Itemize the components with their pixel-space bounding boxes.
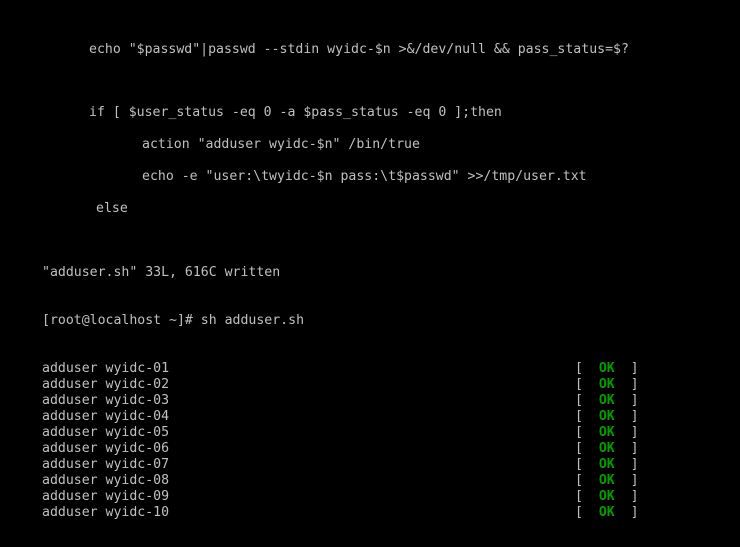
adduser-result-row: adduser wyidc-08 [ OK ]	[42, 473, 740, 489]
editor-line-action: action "adduser wyidc-$n" /bin/true	[142, 137, 420, 152]
status-bracket-open: [	[575, 377, 583, 392]
status-bracket-close: ]	[630, 457, 639, 472]
adduser-result-label: adduser wyidc-04	[42, 409, 170, 424]
status-badge: [ OK ]	[575, 377, 639, 393]
status-badge: [ OK ]	[575, 393, 639, 409]
status-bracket-open: [	[575, 505, 583, 520]
status-bracket-open: [	[575, 441, 583, 456]
status-ok-text: OK	[598, 489, 615, 504]
adduser-result-row: adduser wyidc-04 [ OK ]	[42, 409, 740, 425]
adduser-result-row: adduser wyidc-02 [ OK ]	[42, 377, 740, 393]
status-ok-text: OK	[598, 505, 615, 520]
status-bracket-close: ]	[630, 505, 639, 520]
status-bracket-close: ]	[630, 409, 639, 424]
status-bracket-open: [	[575, 425, 583, 440]
status-badge: [ OK ]	[575, 473, 639, 489]
status-badge: [ OK ]	[575, 441, 639, 457]
adduser-result-label: adduser wyidc-09	[42, 489, 170, 504]
adduser-result-label: adduser wyidc-06	[42, 441, 170, 456]
status-ok-text: OK	[598, 377, 615, 392]
adduser-result-row: adduser wyidc-10 [ OK ]	[42, 505, 740, 521]
status-badge: [ OK ]	[575, 361, 639, 377]
status-ok-text: OK	[598, 473, 615, 488]
adduser-result-label: adduser wyidc-01	[42, 361, 170, 376]
status-bracket-open: [	[575, 489, 583, 504]
adduser-result-row: adduser wyidc-05 [ OK ]	[42, 425, 740, 441]
status-bracket-close: ]	[630, 393, 639, 408]
adduser-result-row: adduser wyidc-06 [ OK ]	[42, 441, 740, 457]
status-badge: [ OK ]	[575, 425, 639, 441]
status-bracket-close: ]	[630, 361, 639, 376]
editor-buffer-region: echo "$passwd"|passwd --stdin wyidc-$n >…	[0, 0, 740, 216]
status-ok-text: OK	[598, 409, 615, 424]
status-bracket-open: [	[575, 473, 583, 488]
status-badge: [ OK ]	[575, 489, 639, 505]
adduser-result-label: adduser wyidc-07	[42, 457, 170, 472]
status-bracket-close: ]	[630, 473, 639, 488]
shell-output-region: "adduser.sh" 33L, 616C written [root@loc…	[42, 233, 740, 547]
adduser-result-label: adduser wyidc-08	[42, 473, 170, 488]
status-bracket-open: [	[575, 361, 583, 376]
status-ok-text: OK	[598, 425, 615, 440]
status-bracket-open: [	[575, 409, 583, 424]
adduser-result-label: adduser wyidc-02	[42, 377, 170, 392]
status-bracket-close: ]	[630, 489, 639, 504]
status-badge: [ OK ]	[575, 409, 639, 425]
adduser-result-row: adduser wyidc-03 [ OK ]	[42, 393, 740, 409]
status-bracket-open: [	[575, 393, 583, 408]
status-ok-text: OK	[598, 457, 615, 472]
editor-line-passwd: echo "$passwd"|passwd --stdin wyidc-$n >…	[89, 42, 629, 57]
status-badge: [ OK ]	[575, 457, 639, 473]
editor-line-echo-e: echo -e "user:\twyidc-$n pass:\t$passwd"…	[142, 169, 587, 184]
terminal-screen[interactable]: echo "$passwd"|passwd --stdin wyidc-$n >…	[0, 0, 740, 547]
vim-write-status: "adduser.sh" 33L, 616C written	[42, 265, 281, 280]
status-ok-text: OK	[598, 393, 615, 408]
shell-command-line: [root@localhost ~]# sh adduser.sh	[42, 313, 305, 328]
adduser-result-label: adduser wyidc-03	[42, 393, 170, 408]
status-bracket-close: ]	[630, 377, 639, 392]
status-ok-text: OK	[598, 361, 615, 376]
status-bracket-close: ]	[630, 425, 639, 440]
adduser-result-row: adduser wyidc-01 [ OK ]	[42, 361, 740, 377]
status-badge: [ OK ]	[575, 505, 639, 521]
adduser-result-list: adduser wyidc-01 [ OK ] adduser wyidc-02 [ …	[42, 361, 740, 521]
adduser-result-row: adduser wyidc-09 [ OK ]	[42, 489, 740, 505]
adduser-result-label: adduser wyidc-10	[42, 505, 170, 520]
status-bracket-open: [	[575, 457, 583, 472]
adduser-result-row: adduser wyidc-07 [ OK ]	[42, 457, 740, 473]
adduser-result-label: adduser wyidc-05	[42, 425, 170, 440]
editor-line-if: if [ $user_status -eq 0 -a $pass_status …	[89, 105, 502, 120]
editor-line-else: else	[96, 201, 128, 216]
status-bracket-close: ]	[630, 441, 639, 456]
status-ok-text: OK	[598, 441, 615, 456]
